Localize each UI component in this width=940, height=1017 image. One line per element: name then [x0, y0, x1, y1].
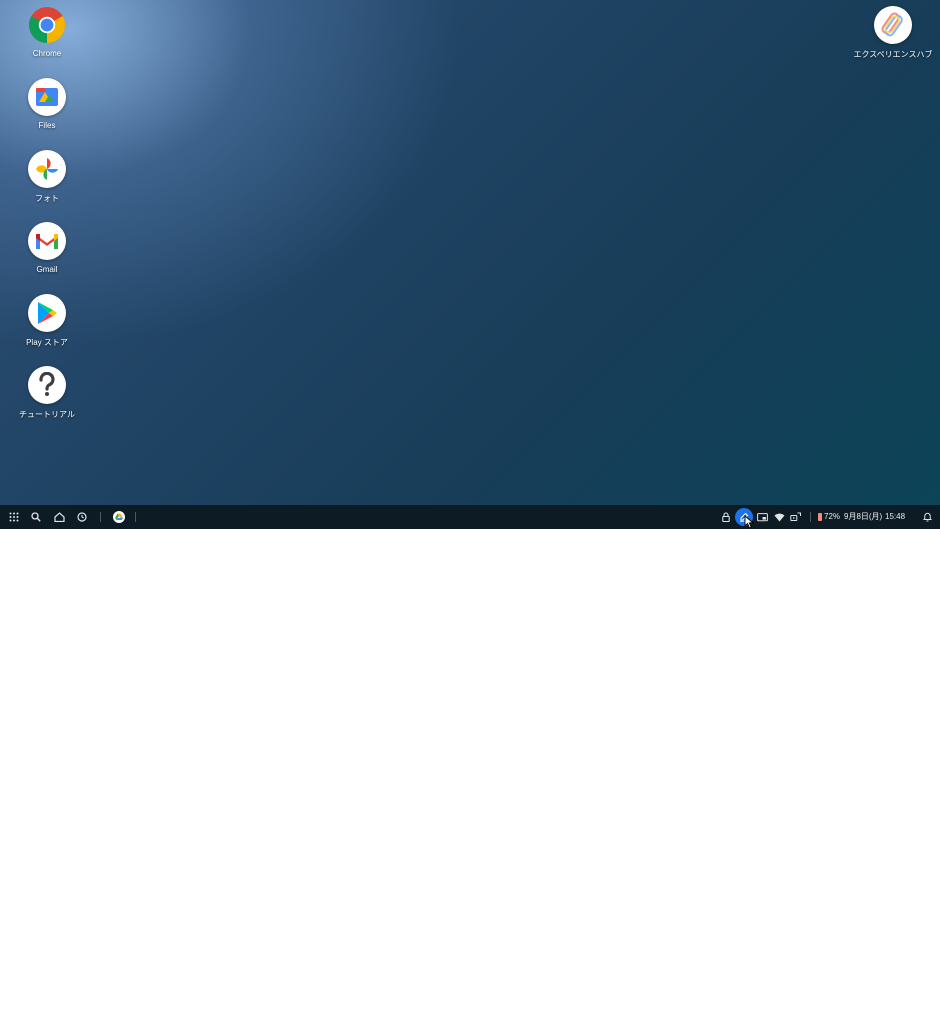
wifi-icon[interactable]	[772, 510, 786, 524]
battery-icon	[818, 513, 822, 521]
photos-icon	[28, 150, 66, 188]
desktop-app-files[interactable]: Files	[7, 78, 87, 130]
desktop-app-tutorial[interactable]: チュートリアル	[7, 366, 87, 420]
shelf: 72% 9月8日(月) 15:48	[0, 505, 940, 529]
app-label: Files	[38, 121, 56, 130]
play-store-icon	[28, 294, 66, 332]
desktop-app-chrome[interactable]: Chrome	[7, 6, 87, 58]
home-icon[interactable]	[52, 510, 66, 524]
launcher-icon[interactable]	[7, 510, 21, 524]
tray-divider	[810, 512, 811, 522]
mouse-cursor-icon	[744, 515, 755, 529]
help-icon	[28, 366, 66, 404]
vpn-icon[interactable]	[788, 510, 802, 524]
desktop-app-photos[interactable]: フォト	[7, 150, 87, 204]
cast-icon[interactable]	[755, 510, 769, 524]
gmail-icon	[28, 222, 66, 260]
notification-bell-icon[interactable]	[920, 510, 934, 524]
app-label: チュートリアル	[19, 410, 75, 419]
experience-hub-icon	[874, 6, 912, 44]
lock-icon[interactable]	[719, 510, 733, 524]
shelf-divider	[135, 512, 136, 522]
desktop: Chrome Files フォト Gmail Play ストア チュートリアル …	[0, 0, 940, 529]
date-label[interactable]: 9月8日(月)	[844, 512, 882, 522]
desktop-app-play-store[interactable]: Play ストア	[7, 294, 87, 348]
app-label: Chrome	[32, 49, 62, 58]
google-drive-icon[interactable]	[112, 510, 126, 524]
app-label: Play ストア	[26, 338, 68, 347]
shelf-divider	[100, 512, 101, 522]
desktop-app-experience-hub[interactable]: エクスペリエンスハブ	[853, 6, 933, 60]
desktop-app-gmail[interactable]: Gmail	[7, 222, 87, 274]
time-label[interactable]: 15:48	[885, 512, 905, 522]
chrome-icon	[28, 6, 66, 44]
battery-percentage[interactable]: 72%	[824, 512, 840, 522]
search-icon[interactable]	[29, 510, 43, 524]
files-icon	[28, 78, 66, 116]
app-label: Gmail	[36, 265, 58, 274]
recent-icon[interactable]	[75, 510, 89, 524]
app-label: エクスペリエンスハブ	[853, 50, 933, 59]
app-label: フォト	[35, 194, 59, 203]
